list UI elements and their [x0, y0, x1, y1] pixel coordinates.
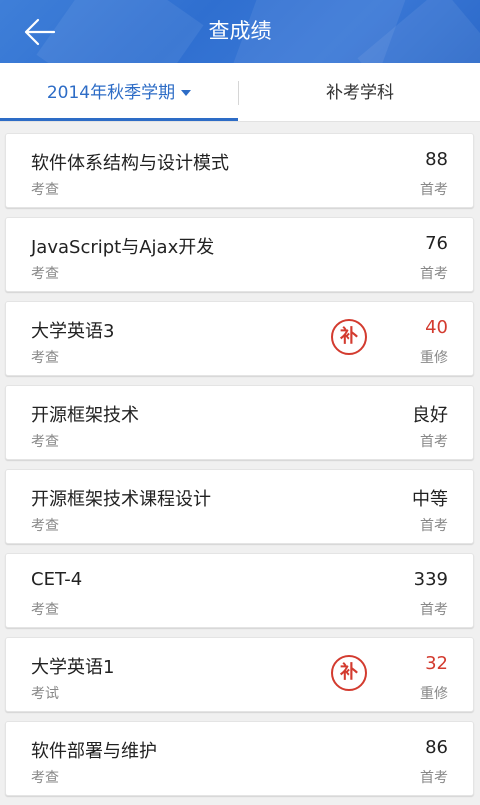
- tab-divider: [238, 81, 239, 105]
- assessment-type: 考查: [31, 182, 59, 198]
- header-decoration: [36, 0, 204, 63]
- course-name: CET-4: [31, 569, 83, 590]
- exam-status: 重修: [420, 686, 448, 702]
- exam-status: 首考: [420, 770, 448, 786]
- grade-card[interactable]: 开源框架技术考查 良好首考: [5, 385, 474, 460]
- assessment-type: 考查: [31, 770, 59, 786]
- app-header: 查成绩: [0, 0, 480, 63]
- tab-bar: 2014年秋季学期 补考学科: [0, 63, 480, 122]
- grade-card[interactable]: CET-4 考查 339 首考: [5, 553, 474, 628]
- course-score: 32: [425, 653, 448, 674]
- makeup-stamp-icon: 补: [331, 655, 367, 691]
- course-name: 开源框架技术: [31, 405, 139, 426]
- assessment-type: 考试: [31, 686, 59, 702]
- grade-card[interactable]: 开源框架技术课程设计考查 中等首考: [5, 469, 474, 544]
- tab-term-selector[interactable]: 2014年秋季学期: [0, 63, 238, 121]
- dropdown-caret-icon: [181, 90, 192, 96]
- course-score: 86: [425, 737, 448, 758]
- course-name: 开源框架技术课程设计: [31, 489, 211, 510]
- course-name: 软件体系结构与设计模式: [31, 153, 229, 174]
- exam-status: 首考: [420, 434, 448, 450]
- course-score: 良好: [412, 405, 448, 426]
- tab-makeup-subjects[interactable]: 补考学科: [240, 63, 480, 121]
- grade-card[interactable]: 大学英语1 考试 32 重修 补: [5, 637, 474, 712]
- assessment-type: 考查: [31, 518, 59, 534]
- exam-status: 首考: [420, 266, 448, 282]
- tab-term-label: 2014年秋季学期: [46, 83, 176, 103]
- grade-list: 软件体系结构与设计模式 考查 88 首考 JavaScript与Ajax开发 考查 76 首考…: [5, 133, 474, 805]
- makeup-stamp-icon: 补: [331, 319, 367, 355]
- course-score: 88: [425, 149, 448, 170]
- course-name: 软件部署与维护: [31, 741, 157, 762]
- assessment-type: 考查: [31, 350, 59, 366]
- course-name: JavaScript与Ajax开发: [31, 237, 215, 258]
- course-name: 大学英语3: [31, 321, 115, 342]
- assessment-type: 考查: [31, 266, 59, 282]
- assessment-type: 考查: [31, 434, 59, 450]
- back-arrow-icon[interactable]: [22, 14, 58, 50]
- course-score: 339: [413, 569, 448, 590]
- grade-card[interactable]: 软件体系结构与设计模式考查 88 首考: [5, 133, 474, 208]
- grade-card[interactable]: 软件部署与维护考查 86 首考: [5, 721, 474, 796]
- exam-status: 重修: [420, 350, 448, 366]
- course-score: 中等: [412, 489, 448, 510]
- course-score: 40: [425, 317, 448, 338]
- course-score: 76: [425, 233, 448, 254]
- exam-status: 首考: [420, 518, 448, 534]
- exam-status: 首考: [420, 602, 448, 618]
- grade-card[interactable]: JavaScript与Ajax开发考查 76 首考: [5, 217, 474, 292]
- grade-card[interactable]: 大学英语3 考查 40 重修 补: [5, 301, 474, 376]
- assessment-type: 考查: [31, 602, 59, 618]
- course-name: 大学英语1: [31, 657, 115, 678]
- exam-status: 首考: [420, 182, 448, 198]
